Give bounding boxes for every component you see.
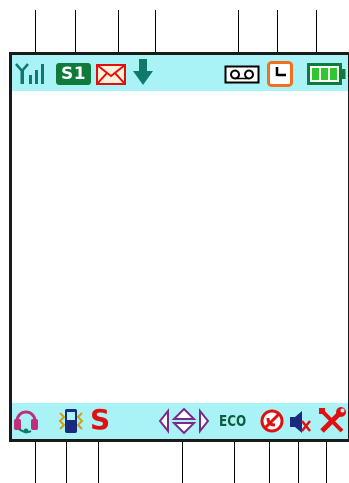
download-arrow-icon — [133, 59, 153, 85]
no-call-icon — [260, 409, 284, 433]
voicemail-icon — [224, 65, 260, 84]
callout-line — [269, 442, 270, 483]
callout-line — [182, 442, 183, 483]
silent-mode-icon: S — [90, 403, 111, 436]
callout-line — [316, 10, 317, 52]
headset-icon — [14, 410, 38, 434]
eco-mode-icon: ECO — [219, 412, 247, 430]
battery-icon — [307, 63, 346, 85]
callout-line — [277, 10, 278, 52]
navigation-keys-icon — [158, 407, 210, 435]
alarm-clock-icon — [267, 61, 293, 87]
top-status-bar: S1 — [12, 55, 348, 91]
speaker-muted-icon — [290, 411, 311, 433]
callout-line — [66, 442, 67, 483]
callout-line — [298, 442, 299, 483]
callout-line — [35, 442, 36, 483]
settings-tools-icon — [319, 407, 346, 433]
sim-badge: S1 — [56, 63, 91, 85]
callout-line — [155, 10, 156, 52]
callout-line — [326, 442, 327, 483]
phone-screen: S1 S ECO — [9, 52, 349, 442]
vibrate-phone-icon — [58, 409, 84, 433]
callout-line — [238, 10, 239, 52]
callout-line — [35, 10, 36, 52]
callout-line — [75, 10, 76, 52]
callout-line — [234, 442, 235, 483]
callout-line — [98, 442, 99, 483]
signal-strength-icon — [15, 63, 44, 84]
bottom-status-bar: S ECO — [12, 403, 348, 439]
callout-line — [118, 10, 119, 52]
message-envelope-icon — [96, 64, 126, 85]
